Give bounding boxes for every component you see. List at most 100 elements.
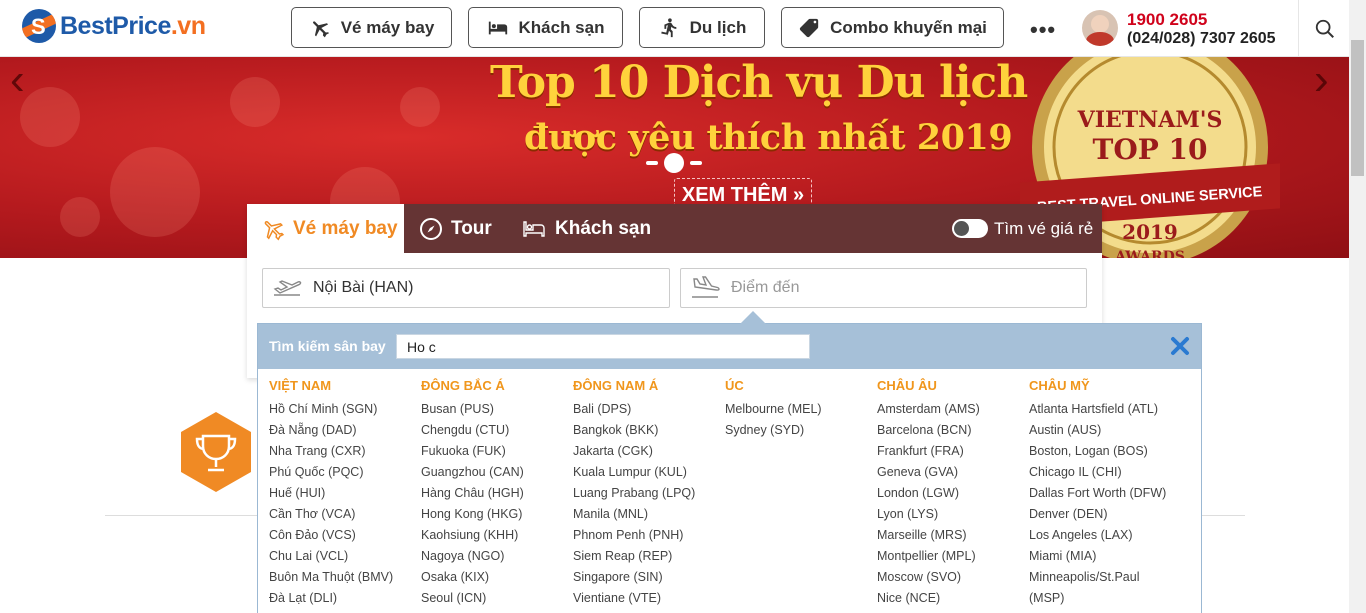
airport-option[interactable]: London (LGW) — [877, 483, 1027, 504]
airport-option[interactable]: Guangzhou (CAN) — [421, 462, 571, 483]
airport-option[interactable]: Phnom Penh (PNH) — [573, 525, 723, 546]
region-europe: CHÂU ÂU Amsterdam (AMS) Barcelona (BCN) … — [877, 377, 1027, 609]
airport-option[interactable]: Marseille (MRS) — [877, 525, 1027, 546]
dropdown-caret — [740, 311, 766, 324]
origin-value: Nội Bài (HAN) — [313, 279, 414, 296]
tag-icon — [799, 18, 819, 37]
airport-option[interactable]: Buôn Ma Thuột (BMV) — [269, 567, 419, 588]
tab-flights[interactable]: Vé máy bay — [247, 204, 404, 253]
nav-combo-button[interactable]: Combo khuyến mại — [781, 7, 1004, 48]
bokeh-decoration — [20, 87, 80, 147]
airport-option[interactable]: Đà Lạt (DLI) — [269, 588, 419, 609]
carousel-dot[interactable] — [690, 161, 702, 165]
tab-hotels[interactable]: Khách sạn — [521, 204, 651, 253]
airport-option[interactable]: Osaka (KIX) — [421, 567, 571, 588]
search-tabs: Vé máy bay Tour Khách sạn Tìm vé giá rẻ — [247, 204, 1102, 253]
airport-option[interactable]: Bangkok (BKK) — [573, 420, 723, 441]
tab-tour[interactable]: Tour — [419, 204, 492, 253]
tab-tour-label: Tour — [451, 217, 492, 239]
tab-flights-label: Vé máy bay — [293, 217, 398, 239]
airport-option[interactable]: Lyon (LYS) — [877, 504, 1027, 525]
airport-option[interactable]: Bali (DPS) — [573, 399, 723, 420]
airport-option[interactable]: Cần Thơ (VCA) — [269, 504, 419, 525]
scrollbar-thumb[interactable] — [1351, 40, 1364, 176]
airport-option[interactable]: Barcelona (BCN) — [877, 420, 1027, 441]
region-americas: CHÂU MỸ Atlanta Hartsfield (ATL) Austin … — [1029, 377, 1179, 609]
landing-icon — [692, 276, 720, 298]
header-search-button[interactable] — [1298, 0, 1350, 57]
airport-option[interactable]: Vientiane (VTE) — [573, 588, 723, 609]
airport-option[interactable]: Los Angeles (LAX) — [1029, 525, 1179, 546]
close-icon[interactable] — [1170, 335, 1190, 357]
airport-option[interactable]: Atlanta Hartsfield (ATL) — [1029, 399, 1179, 420]
airport-option[interactable]: Huế (HUI) — [269, 483, 419, 504]
airport-option[interactable]: Dallas Fort Worth (DFW) — [1029, 483, 1179, 504]
banner-subtitle: được yêu thích nhất 2019 — [524, 117, 1013, 158]
hotline-number[interactable]: 1900 2605 — [1127, 10, 1207, 30]
carousel-prev-icon[interactable]: ‹ — [10, 57, 25, 105]
airport-option[interactable]: Minneapolis/St.Paul — [1029, 567, 1179, 588]
airport-option[interactable]: Busan (PUS) — [421, 399, 571, 420]
airport-search-header: Tìm kiếm sân bay — [258, 324, 1201, 369]
carousel-dots[interactable] — [646, 153, 702, 173]
airport-option[interactable]: Đà Nẵng (DAD) — [269, 420, 419, 441]
nav-hotels-button[interactable]: Khách sạn — [468, 7, 623, 48]
nav-tours-button[interactable]: Du lịch — [639, 7, 765, 48]
airport-option[interactable]: Chengdu (CTU) — [421, 420, 571, 441]
airport-option[interactable]: Chu Lai (VCL) — [269, 546, 419, 567]
airport-option[interactable]: Sydney (SYD) — [725, 420, 875, 441]
airport-option[interactable]: Kaohsiung (KHH) — [421, 525, 571, 546]
airport-option[interactable]: Luang Prabang (LPQ) — [573, 483, 723, 504]
airport-option[interactable]: Montpellier (MPL) — [877, 546, 1027, 567]
airport-option[interactable]: Jakarta (CGK) — [573, 441, 723, 462]
airport-option[interactable]: Hàng Châu (HGH) — [421, 483, 571, 504]
airport-option[interactable]: Denver (DEN) — [1029, 504, 1179, 525]
airport-option[interactable]: Nagoya (NGO) — [421, 546, 571, 567]
airport-option[interactable]: Nha Trang (CXR) — [269, 441, 419, 462]
destination-field[interactable]: Điểm đến — [680, 268, 1087, 308]
airport-option[interactable]: Nice (NCE) — [877, 588, 1027, 609]
airport-option[interactable]: Seoul (ICN) — [421, 588, 571, 609]
airport-option[interactable]: Geneva (GVA) — [877, 462, 1027, 483]
airport-option[interactable]: Moscow (SVO) — [877, 567, 1027, 588]
cheap-ticket-toggle[interactable] — [952, 219, 988, 238]
medal-line2: TOP 10 — [1093, 133, 1208, 166]
airport-option[interactable]: Hong Kong (HKG) — [421, 504, 571, 525]
airport-search-input[interactable] — [396, 334, 810, 359]
airport-option[interactable]: Manila (MNL) — [573, 504, 723, 525]
airport-option[interactable]: Miami (MIA) — [1029, 546, 1179, 567]
airport-option[interactable]: (MSP) — [1029, 588, 1179, 609]
origin-field[interactable]: Nội Bài (HAN) — [262, 268, 670, 308]
airport-option[interactable]: Boston, Logan (BOS) — [1029, 441, 1179, 462]
carousel-dot-active[interactable] — [664, 153, 684, 173]
airport-option[interactable]: Kuala Lumpur (KUL) — [573, 462, 723, 483]
carousel-next-icon[interactable]: › — [1314, 57, 1329, 105]
region-title: CHÂU ÂU — [877, 378, 937, 393]
airport-option[interactable]: Côn Đảo (VCS) — [269, 525, 419, 546]
region-northeast-asia: ĐÔNG BẮC Á Busan (PUS) Chengdu (CTU) Fuk… — [421, 377, 571, 609]
airport-option[interactable]: Amsterdam (AMS) — [877, 399, 1027, 420]
bokeh-decoration — [230, 77, 280, 127]
medal-year: 2019 — [1122, 220, 1178, 244]
logo-brand: BestPrice — [60, 11, 171, 40]
plane-icon — [264, 220, 285, 240]
site-logo[interactable]: BestPrice.vn — [22, 9, 206, 43]
banner-title: Top 10 Dịch vụ Du lịch — [490, 57, 1028, 108]
airport-option[interactable]: Chicago IL (CHI) — [1029, 462, 1179, 483]
nav-flights-button[interactable]: Vé máy bay — [291, 7, 452, 48]
airport-option[interactable]: Siem Reap (REP) — [573, 546, 723, 567]
carousel-dot[interactable] — [646, 161, 658, 165]
airport-option[interactable]: Austin (AUS) — [1029, 420, 1179, 441]
airport-option[interactable]: Phú Quốc (PQC) — [269, 462, 419, 483]
airport-option[interactable]: Singapore (SIN) — [573, 567, 723, 588]
airport-option[interactable]: Melbourne (MEL) — [725, 399, 875, 420]
support-avatar — [1082, 10, 1118, 46]
nav-flights-label: Vé máy bay — [340, 17, 435, 37]
airport-option[interactable]: Frankfurt (FRA) — [877, 441, 1027, 462]
more-menu-button[interactable]: ••• — [1030, 17, 1056, 43]
airport-option[interactable]: Fukuoka (FUK) — [421, 441, 571, 462]
phone-number[interactable]: (024/028) 7307 2605 — [1127, 30, 1276, 48]
region-southeast-asia: ĐÔNG NAM Á Bali (DPS) Bangkok (BKK) Jaka… — [573, 377, 723, 609]
page-scrollbar[interactable] — [1349, 0, 1366, 613]
airport-option[interactable]: Hồ Chí Minh (SGN) — [269, 399, 419, 420]
